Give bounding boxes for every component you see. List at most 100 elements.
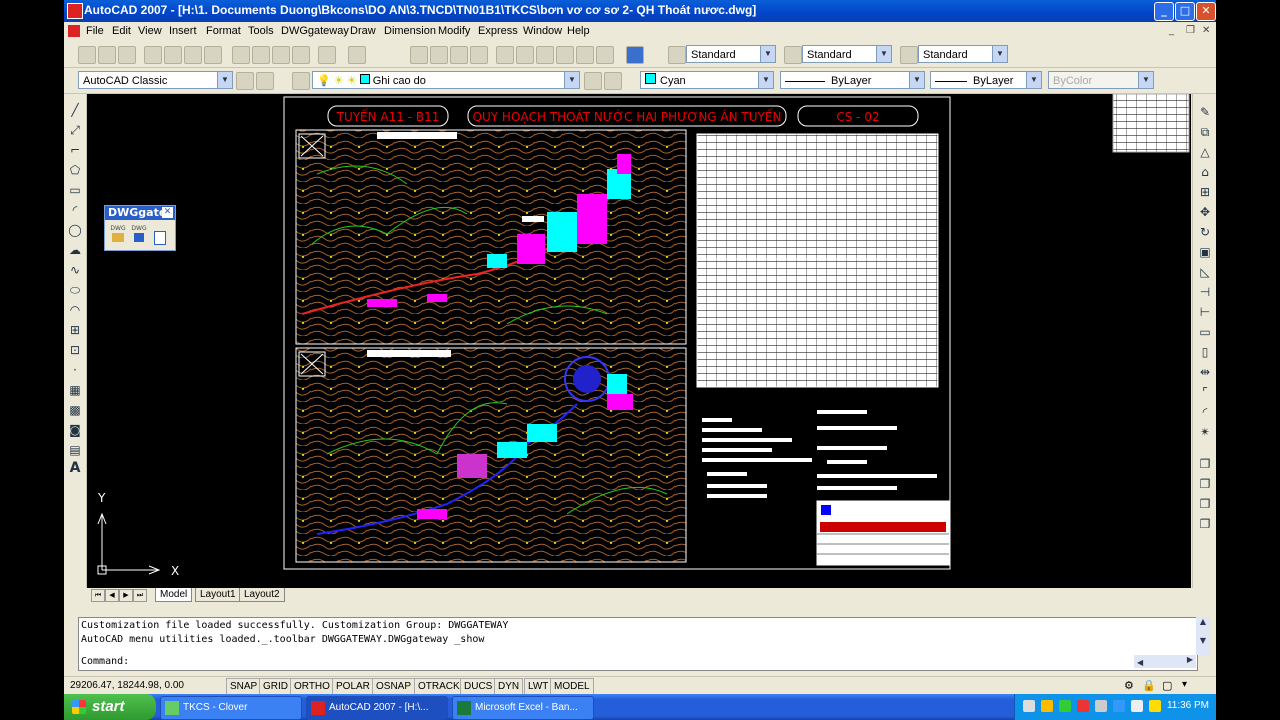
status-menu-icon[interactable]: ▾ [1182,679,1187,690]
dwggate-save-button[interactable]: DWG [130,225,148,245]
break-icon[interactable]: ▯ [1197,344,1213,360]
table-style-icon[interactable] [900,46,918,64]
taskbar-clock[interactable]: 11:36 PM [1167,700,1209,711]
scroll-up-icon[interactable]: ▲ [1196,617,1210,626]
layer-manager-icon[interactable] [292,72,310,90]
make-block-icon[interactable]: ⊡ [67,342,83,358]
coordinate-readout[interactable]: 29206.47, 18244.98, 0.00 [70,680,184,691]
document-icon[interactable] [68,25,80,37]
copy-object-icon[interactable]: ⧉ [1197,124,1213,140]
minimize-button[interactable]: _ [1154,2,1174,21]
draworder-under-icon[interactable]: ❐ [1197,516,1213,532]
hatch-icon[interactable]: ▦ [67,382,83,398]
polar-toggle[interactable]: POLAR [332,678,374,695]
otrack-toggle[interactable]: OTRACK [414,678,464,695]
menu-file[interactable]: File [86,25,104,37]
next-tab-icon[interactable]: ▶ [119,589,133,602]
tab-layout1[interactable]: Layout1 [195,588,241,602]
dwggate-open-button[interactable]: DWG [109,225,127,245]
snap-toggle[interactable]: SNAP [226,678,262,695]
osnap-toggle[interactable]: OSNAP [372,678,416,695]
region-icon[interactable]: ◙ [67,422,83,438]
erase-icon[interactable]: ✎ [1197,104,1213,120]
taskbar-item-excel[interactable]: Microsoft Excel - Ban... [452,696,594,720]
prev-tab-icon[interactable]: ◀ [105,589,119,602]
text-style-icon[interactable] [668,46,686,64]
doc-restore-icon[interactable]: ❐ [1186,25,1195,36]
fillet-icon[interactable]: ◜ [1197,404,1213,420]
tray-app-icon[interactable] [1095,700,1107,712]
plot-icon[interactable] [144,46,162,64]
command-prompt[interactable]: Command: [81,656,129,667]
offset-icon[interactable]: ⌂ [1197,164,1213,180]
volume-icon[interactable] [1131,700,1143,712]
color-select[interactable]: Cyan ▼ [640,71,774,89]
tab-layout2[interactable]: Layout2 [239,588,285,602]
join-icon[interactable]: ⇹ [1197,364,1213,380]
trim-icon[interactable]: ⊣ [1197,284,1213,300]
dyn-toggle[interactable]: DYN [494,678,524,695]
break-at-point-icon[interactable]: ▭ [1197,324,1213,340]
taskbar-item-clover[interactable]: TKCS - Clover [160,696,302,720]
layer-previous-icon[interactable] [604,72,622,90]
match-properties-icon[interactable] [292,46,310,64]
network-icon[interactable] [1023,700,1035,712]
comm-center-icon[interactable]: ⚙ [1124,679,1134,692]
workspace-select[interactable]: AutoCAD Classic ▼ [78,71,233,89]
last-tab-icon[interactable]: ⏭ [133,589,147,602]
mirror-icon[interactable]: △ [1197,144,1213,160]
text-style-select[interactable]: Standard ▼ [686,45,776,63]
polygon-icon[interactable]: ⬠ [67,162,83,178]
markup-icon[interactable] [576,46,594,64]
plot-preview-icon[interactable] [164,46,182,64]
explode-icon[interactable]: ✴ [1197,424,1213,440]
tray-app-icon[interactable] [1113,700,1125,712]
start-button[interactable]: start [64,694,156,720]
draworder-above-icon[interactable]: ❐ [1197,496,1213,512]
lwt-toggle[interactable]: LWT [524,678,553,695]
pan-icon[interactable] [410,46,428,64]
menu-dimension[interactable]: Dimension [384,25,436,37]
scroll-down-icon[interactable]: ▼ [1196,636,1210,645]
properties-icon[interactable] [496,46,514,64]
table-style-select[interactable]: Standard ▼ [918,45,1008,63]
tray-app-icon[interactable] [1149,700,1161,712]
ortho-toggle[interactable]: ORTHO [290,678,334,695]
extend-icon[interactable]: ⊢ [1197,304,1213,320]
spline-icon[interactable]: ∿ [67,262,83,278]
paste-icon[interactable] [272,46,290,64]
insert-block-icon[interactable]: ⊞ [67,322,83,338]
rotate-icon[interactable]: ↻ [1197,224,1213,240]
close-icon[interactable]: ✕ [162,207,173,218]
dwggate-export-button[interactable] [151,225,169,245]
command-hscrollbar[interactable]: ◀ ▶ [1134,655,1196,668]
circle-icon[interactable]: ◯ [67,222,83,238]
tab-model[interactable]: Model [155,588,193,602]
model-toggle[interactable]: MODEL [550,678,594,695]
maximize-button[interactable]: □ [1175,2,1195,21]
revision-cloud-icon[interactable]: ☁ [67,242,83,258]
lock-icon[interactable]: 🔒 [1142,679,1156,692]
scale-icon[interactable]: ▣ [1197,244,1213,260]
doc-minimize-icon[interactable]: _ [1169,25,1174,36]
ellipse-icon[interactable]: ⬭ [67,282,83,298]
polyline-icon[interactable]: ⌐ [67,142,83,158]
zoom-previous-icon[interactable] [470,46,488,64]
help-icon[interactable] [626,46,644,64]
construction-line-icon[interactable]: ⤢ [67,122,83,138]
doc-close-icon[interactable]: ✕ [1202,25,1210,36]
sheet-set-icon[interactable] [556,46,574,64]
workspace-settings-icon[interactable] [236,72,254,90]
open-icon[interactable] [98,46,116,64]
design-center-icon[interactable] [516,46,534,64]
chamfer-icon[interactable]: ⌜ [1197,384,1213,400]
linetype-select[interactable]: ByLayer ▼ [780,71,925,89]
dim-style-icon[interactable] [784,46,802,64]
tray-app-icon[interactable] [1041,700,1053,712]
antivirus-icon[interactable] [1077,700,1089,712]
array-icon[interactable]: ⊞ [1197,184,1213,200]
scroll-right-icon[interactable]: ▶ [1187,655,1193,664]
rectangle-icon[interactable]: ▭ [67,182,83,198]
cut-icon[interactable] [232,46,250,64]
ducs-toggle[interactable]: DUCS [460,678,497,695]
